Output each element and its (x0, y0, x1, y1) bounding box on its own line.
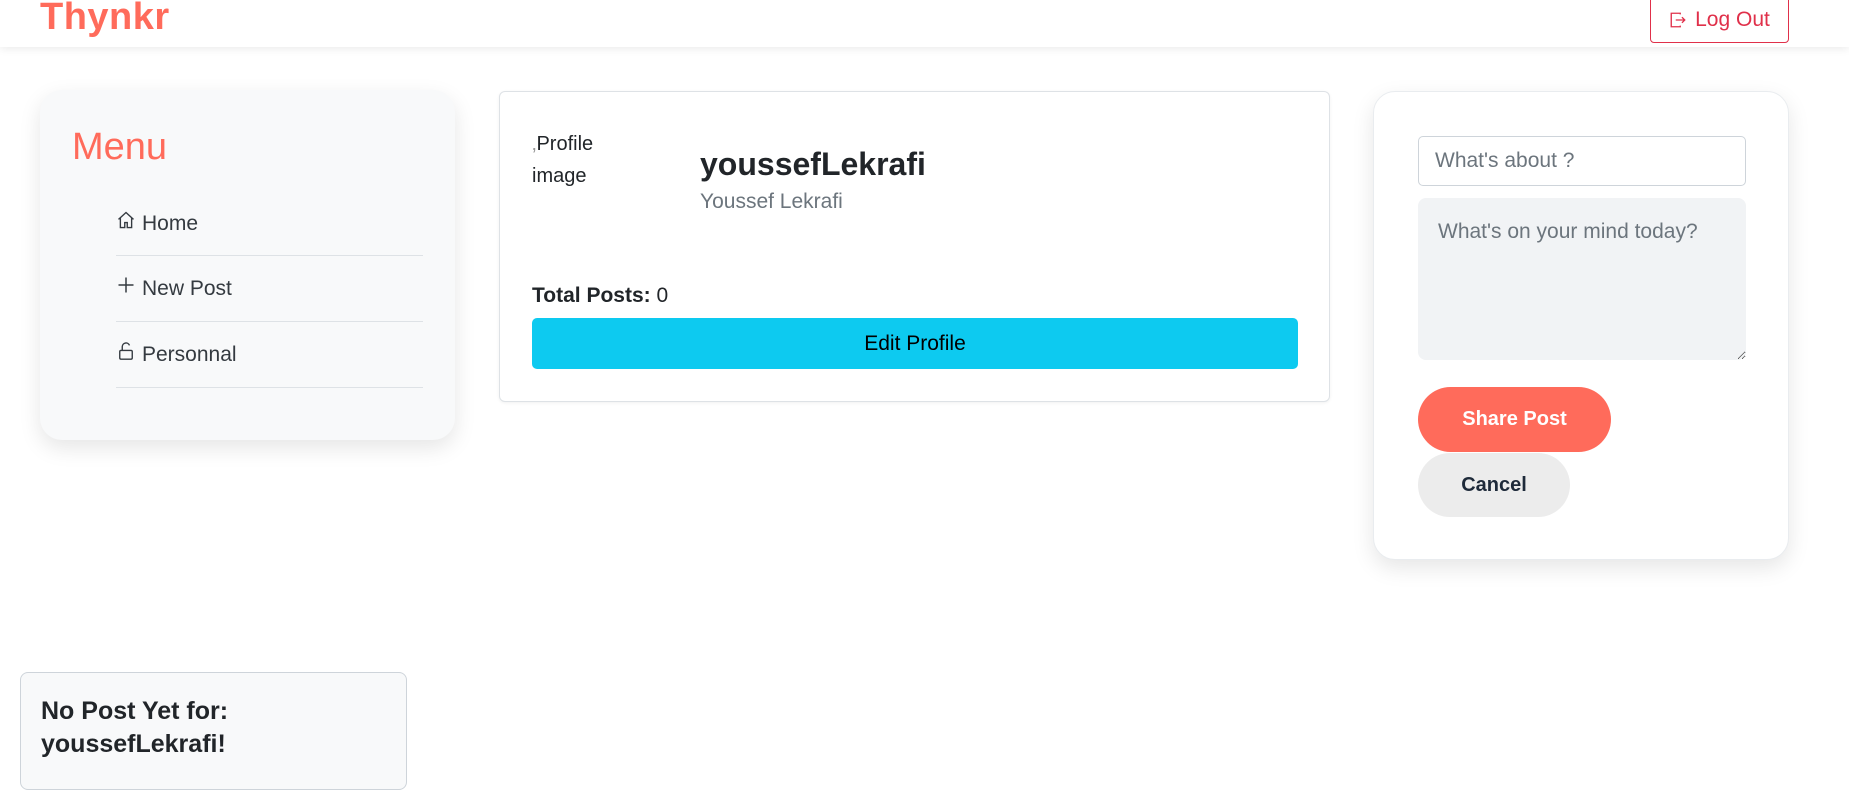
new-post-card: Share Post Cancel (1373, 91, 1789, 560)
profile-image-alt: Profile (536, 133, 594, 155)
total-posts-value: 0 (656, 284, 669, 307)
logout-button[interactable]: Log Out (1650, 0, 1789, 43)
unlock-icon (119, 341, 133, 360)
post-title-input[interactable] (1418, 136, 1746, 186)
menu-title: Menu (72, 126, 168, 168)
menu-item-label: Personnal (142, 342, 237, 366)
logout-label: Log Out (1695, 7, 1770, 31)
menu-item-personnal[interactable]: Personnal (116, 322, 423, 388)
cancel-button[interactable]: Cancel (1418, 453, 1570, 517)
menu-items-container: Home New Post Personnal (116, 192, 423, 388)
top-navbar: Thynkr Log Out (0, 0, 1849, 47)
total-posts: Total Posts: 0 (532, 284, 668, 308)
plus-icon (118, 277, 134, 292)
profile-username: youssefLekrafi (700, 146, 926, 182)
profile-image: ‚Profile image (532, 128, 622, 192)
no-posts-card: No Post Yet for: youssefLekrafi! (20, 672, 407, 790)
profile-card: ‚Profile image youssefLekrafi Youssef Le… (499, 91, 1330, 402)
logout-icon (1670, 12, 1686, 27)
menu-item-label: New Post (142, 276, 232, 300)
menu-item-label: Home (142, 211, 199, 235)
menu-item-new-post[interactable]: New Post (116, 256, 423, 322)
home-icon (118, 211, 134, 228)
total-posts-label: Total Posts: (532, 284, 651, 307)
profile-image-alt-2: image (532, 165, 587, 187)
no-posts-line2: youssefLekrafi! (41, 730, 226, 758)
no-posts-line1: No Post Yet for: (41, 697, 229, 725)
profile-fullname: Youssef Lekrafi (700, 190, 843, 213)
menu-item-home[interactable]: Home (116, 192, 423, 256)
post-body-textarea[interactable] (1418, 198, 1746, 360)
edit-profile-button[interactable]: Edit Profile (532, 318, 1298, 369)
brand-logo[interactable]: Thynkr (40, 0, 170, 39)
share-post-button[interactable]: Share Post (1418, 387, 1611, 452)
